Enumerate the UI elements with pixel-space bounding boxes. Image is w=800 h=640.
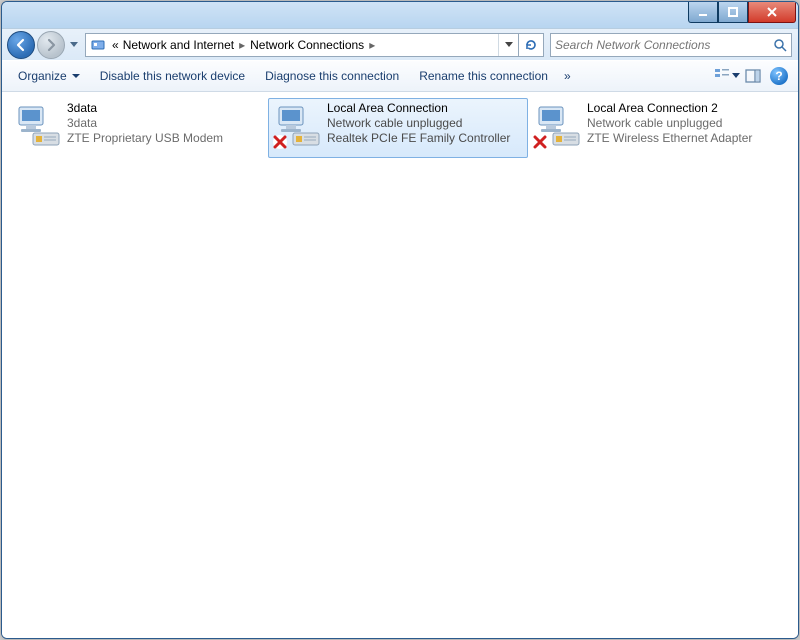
preview-pane-icon xyxy=(745,68,761,84)
address-dropdown-button[interactable] xyxy=(498,34,518,56)
preview-pane-button[interactable] xyxy=(740,61,766,91)
connection-status: Network cable unplugged xyxy=(587,116,752,131)
toolbar-overflow[interactable]: » xyxy=(558,69,577,83)
connection-status: Network cable unplugged xyxy=(327,116,510,131)
help-button[interactable]: ? xyxy=(766,61,792,91)
caption-buttons xyxy=(688,2,798,23)
breadcrumb-item[interactable]: Network and Internet xyxy=(121,38,236,52)
breadcrumb-item[interactable]: Network Connections xyxy=(248,38,366,52)
connection-item[interactable]: Local Area Connection Network cable unpl… xyxy=(268,98,528,158)
connection-name: Local Area Connection 2 xyxy=(587,101,752,116)
breadcrumb-sep[interactable]: ▸ xyxy=(236,38,248,52)
disable-device-button[interactable]: Disable this network device xyxy=(90,61,255,91)
address-box[interactable]: « Network and Internet ▸ Network Connect… xyxy=(85,33,519,57)
diagnose-button[interactable]: Diagnose this connection xyxy=(255,61,409,91)
address-bar: « Network and Internet ▸ Network Connect… xyxy=(2,28,798,60)
maximize-icon xyxy=(727,6,739,18)
nav-history-dropdown[interactable] xyxy=(67,32,81,58)
search-icon[interactable] xyxy=(769,38,791,52)
back-button[interactable] xyxy=(7,31,35,59)
close-button[interactable] xyxy=(748,2,796,23)
forward-button[interactable] xyxy=(37,31,65,59)
connection-device: ZTE Proprietary USB Modem xyxy=(67,131,223,146)
search-box[interactable] xyxy=(550,33,792,57)
forward-arrow-icon xyxy=(44,38,58,52)
connection-text: Local Area Connection 2 Network cable un… xyxy=(587,101,752,146)
breadcrumb-prefix[interactable]: « xyxy=(110,38,121,52)
connection-item[interactable]: Local Area Connection 2 Network cable un… xyxy=(528,98,788,158)
location-icon xyxy=(90,37,106,53)
network-adapter-icon xyxy=(13,101,61,149)
refresh-button[interactable] xyxy=(519,33,544,57)
refresh-icon xyxy=(524,38,538,52)
breadcrumb-sep[interactable]: ▸ xyxy=(366,38,378,52)
connection-name: 3data xyxy=(67,101,223,116)
connection-status: 3data xyxy=(67,116,223,131)
titlebar xyxy=(2,2,798,28)
connection-device: Realtek PCIe FE Family Controller xyxy=(327,131,510,146)
network-adapter-icon xyxy=(533,101,581,149)
change-view-button[interactable] xyxy=(714,61,740,91)
connection-item[interactable]: 3data 3data ZTE Proprietary USB Modem xyxy=(8,98,268,158)
view-icon xyxy=(714,67,730,86)
close-icon xyxy=(766,6,778,18)
connection-name: Local Area Connection xyxy=(327,101,510,116)
search-input[interactable] xyxy=(551,38,769,52)
back-arrow-icon xyxy=(14,38,28,52)
help-icon: ? xyxy=(770,67,788,85)
network-adapter-icon xyxy=(273,101,321,149)
organize-menu[interactable]: Organize xyxy=(8,61,90,91)
chevron-down-icon xyxy=(70,42,78,48)
maximize-button[interactable] xyxy=(718,2,748,23)
connection-device: ZTE Wireless Ethernet Adapter xyxy=(587,131,752,146)
explorer-window: « Network and Internet ▸ Network Connect… xyxy=(1,1,799,639)
connection-text: Local Area Connection Network cable unpl… xyxy=(327,101,510,146)
content-area[interactable]: 3data 3data ZTE Proprietary USB Modem Lo… xyxy=(2,92,798,639)
minimize-button[interactable] xyxy=(688,2,718,23)
chevron-down-icon xyxy=(732,73,740,79)
connection-text: 3data 3data ZTE Proprietary USB Modem xyxy=(67,101,223,146)
minimize-icon xyxy=(697,6,709,18)
command-bar: Organize Disable this network device Dia… xyxy=(2,60,798,92)
rename-button[interactable]: Rename this connection xyxy=(409,61,558,91)
address-tail xyxy=(498,34,518,56)
chevron-down-icon xyxy=(505,42,513,48)
